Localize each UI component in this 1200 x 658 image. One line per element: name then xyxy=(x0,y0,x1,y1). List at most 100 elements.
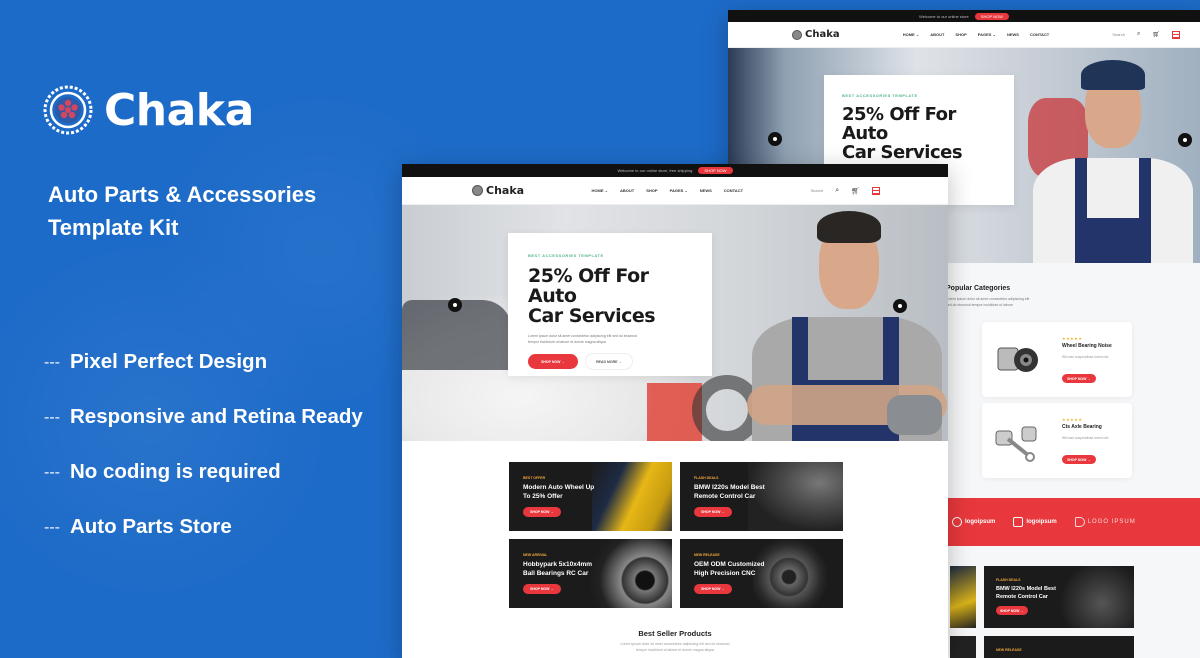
nav-link[interactable]: ABOUT xyxy=(930,32,944,37)
dash-bullet: --- xyxy=(44,409,60,426)
tile-shop-button[interactable]: SHOP NOW → xyxy=(694,507,732,517)
hero-eyebrow: BEST ACCESSORIES TEMPLATE xyxy=(528,253,604,258)
category-shop-button[interactable]: SHOP NOW → xyxy=(1062,455,1096,464)
promo-tile[interactable]: FLASH DEALS BMW I220s Model Best Remote … xyxy=(680,462,843,531)
promo-tile-partial xyxy=(950,636,976,658)
feature-list: --- Pixel Perfect Design --- Responsive an… xyxy=(44,350,363,570)
tile-shop-button[interactable]: SHOP NOW → xyxy=(996,606,1028,615)
promo-tile[interactable]: BEST OFFER Modern Auto Wheel Up To 25% O… xyxy=(509,462,672,531)
tile-label: FLASH DEALS xyxy=(694,476,719,480)
brand: Chaka xyxy=(42,84,254,136)
search-icon[interactable]: ⌕ xyxy=(835,187,839,195)
category-card[interactable]: ★★★★★ Cts Axle Bearing Wit man suspendis… xyxy=(982,403,1132,478)
best-seller-title: Best Seller Products xyxy=(638,629,712,638)
feature-label: Auto Parts Store xyxy=(69,515,232,538)
mechanic-image xyxy=(747,205,947,441)
slider-prev-arrow[interactable] xyxy=(768,132,782,146)
tile-label: NEW RELEASE xyxy=(996,648,1022,652)
worker-cap xyxy=(1081,60,1145,90)
dash-bullet: --- xyxy=(44,464,60,481)
promo-tile[interactable]: NEW ARRIVAL Hobbypark 5x10x4mm Ball Bear… xyxy=(509,539,672,608)
feature-item: --- Auto Parts Store xyxy=(44,515,363,570)
nav-link[interactable]: ABOUT xyxy=(620,188,634,193)
promo-tile[interactable]: NEW RELEASE xyxy=(984,636,1134,658)
hero-shop-button[interactable]: SHOP NOW → xyxy=(528,354,578,369)
feature-label: Responsive and Retina Ready xyxy=(69,405,363,428)
hero-read-more-button[interactable]: READ MORE → xyxy=(586,354,632,369)
mockup-front: Welcome to our online store, free shippi… xyxy=(402,164,948,658)
rating-stars: ★★★★★ xyxy=(1062,417,1083,422)
brand-logo: LOGO IPSUM xyxy=(1074,517,1136,527)
category-desc: Wit man suspendisse lorem nisl xyxy=(1062,436,1109,440)
tile-shop-button[interactable]: SHOP NOW → xyxy=(523,507,561,517)
hero-title: 25% Off For Auto Car Services xyxy=(528,266,692,326)
best-seller-subtitle: Lorem ipsum dolor sit amet consectetur a… xyxy=(402,641,948,653)
slider-prev-arrow[interactable] xyxy=(448,298,462,312)
topbar-shop-button[interactable]: SHOP NOW xyxy=(698,167,733,174)
tagline-line-2: Template Kit xyxy=(48,215,179,240)
brand-logo-text: logoipsum xyxy=(1026,519,1057,525)
tile-title: BMW I220s Model Best Remote Control Car xyxy=(694,484,765,500)
search-input[interactable]: Search xyxy=(811,188,824,193)
feature-item: --- No coding is required xyxy=(44,460,363,515)
nav-link[interactable]: CONTACT xyxy=(724,188,743,193)
tile-title: Modern Auto Wheel Up To 25% Offer xyxy=(523,484,595,500)
cart-icon[interactable]: 🛒︎ xyxy=(1152,31,1160,38)
menu-grid-icon[interactable] xyxy=(872,186,880,195)
nav-tools: Search ⌕ 🛒︎ xyxy=(1112,30,1180,39)
feature-item: --- Pixel Perfect Design xyxy=(44,350,363,405)
nav-link[interactable]: SHOP xyxy=(955,32,966,37)
logo-icon xyxy=(792,29,802,40)
nav-logo-text: Chaka xyxy=(805,29,840,40)
popular-categories-title: Popular Categories xyxy=(946,285,1011,292)
category-name: Wheel Bearing Noise xyxy=(1062,343,1112,349)
category-shop-button[interactable]: SHOP NOW → xyxy=(1062,374,1096,383)
worker-bib xyxy=(1081,218,1147,263)
brand-logo-text: logoipsum xyxy=(965,519,996,525)
nav-links: HOME ⌄ ABOUT SHOP PAGES ⌄ NEWS CONTACT xyxy=(903,32,1049,37)
brand-logo-icon xyxy=(1013,517,1024,527)
category-name: Cts Axle Bearing xyxy=(1062,424,1102,430)
brand-logos-strip: logoipsum logoipsum LOGO IPSUM xyxy=(946,498,1200,546)
popular-categories-subtitle: Lorem ipsum dolor sit amet consectetur a… xyxy=(946,296,1029,308)
category-desc: Wit man suspendisse lorem nisl xyxy=(1062,355,1109,359)
nav-link[interactable]: NEWS xyxy=(1007,32,1019,37)
hero-title-line-2: Car Services xyxy=(528,305,656,327)
brand-logo-icon xyxy=(1074,517,1085,527)
worker-glove xyxy=(887,395,942,435)
promo-tile[interactable]: FLASH DEALS BMW I220s Model Best Remote … xyxy=(984,566,1134,628)
mockup-front-topbar: Welcome to our online store, free shippi… xyxy=(402,164,948,177)
topbar-shop-button[interactable]: SHOP NOW xyxy=(974,12,1009,20)
nav-link[interactable]: SHOP xyxy=(646,188,657,193)
gear-wheel-logo-icon xyxy=(43,85,93,135)
tile-label: NEW RELEASE xyxy=(694,553,720,557)
mockup-front-hero: BEST ACCESSORIES TEMPLATE 25% Off For Au… xyxy=(402,205,948,441)
nav-logo-text: Chaka xyxy=(486,184,525,197)
tagline: Auto Parts & Accessories Template Kit xyxy=(48,178,316,244)
menu-grid-icon[interactable] xyxy=(1172,30,1180,39)
nav-link[interactable]: CONTACT xyxy=(1030,32,1049,37)
nav-link[interactable]: PAGES ⌄ xyxy=(670,188,688,193)
nav-link[interactable]: HOME ⌄ xyxy=(592,188,608,193)
search-input[interactable]: Search xyxy=(1112,32,1125,37)
category-card[interactable]: ★★★★★ Wheel Bearing Noise Wit man suspen… xyxy=(982,322,1132,397)
mockup-back-topbar: Welcome to our online store SHOP NOW xyxy=(728,10,1200,22)
nav-link[interactable]: HOME ⌄ xyxy=(903,32,919,37)
tile-shop-button[interactable]: SHOP NOW → xyxy=(694,584,732,594)
hero-title: 25% Off For Auto Car Services xyxy=(842,105,996,162)
nav-logo[interactable]: Chaka xyxy=(792,29,840,40)
hero-buttons: SHOP NOW → READ MORE → xyxy=(528,354,692,369)
worker-hair xyxy=(817,211,881,243)
categories-sub-line: sed do eiusmod tempor incididunt ut labo… xyxy=(946,303,1013,307)
nav-logo[interactable]: Chaka xyxy=(472,184,524,197)
hero-title-line-1: 25% Off For Auto xyxy=(528,265,649,307)
tile-title: Hobbypark 5x10x4mm Ball Bearings RC Car xyxy=(523,561,593,577)
search-icon[interactable]: ⌕ xyxy=(1137,31,1140,38)
promo-tile[interactable]: NEW RELEASE OEM ODM Customized High Prec… xyxy=(680,539,843,608)
tile-shop-button[interactable]: SHOP NOW → xyxy=(523,584,561,594)
nav-link[interactable]: PAGES ⌄ xyxy=(978,32,996,37)
cart-icon[interactable]: 🛒︎ xyxy=(851,187,860,195)
nav-tools: Search ⌕ 🛒︎ xyxy=(811,186,880,195)
nav-link[interactable]: NEWS xyxy=(700,188,712,193)
axle-bearing-icon xyxy=(995,426,1037,462)
